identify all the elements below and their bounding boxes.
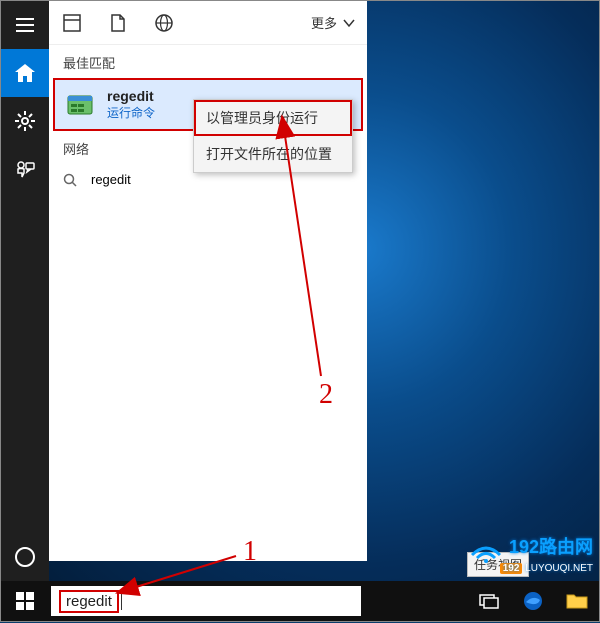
search-input-value: regedit — [59, 590, 119, 613]
more-label: 更多 — [311, 13, 337, 32]
search-icon — [63, 173, 81, 187]
wifi-icon — [466, 537, 506, 563]
hamburger-icon[interactable] — [1, 1, 49, 49]
watermark-badge: 192 — [500, 563, 523, 574]
annotation-1: 1 — [243, 536, 257, 568]
best-match-header: 最佳匹配 — [49, 45, 367, 78]
task-view-button[interactable] — [467, 581, 511, 621]
watermark: 192路由网 192 LUYOUQI.NET — [466, 537, 593, 575]
documents-filter-icon[interactable] — [107, 12, 129, 34]
feedback-icon[interactable] — [1, 145, 49, 193]
context-menu: 以管理员身份运行 打开文件所在的位置 — [193, 99, 353, 173]
watermark-brand: 192路由网 — [509, 537, 593, 557]
chevron-down-icon — [343, 18, 355, 28]
search-left-rail — [1, 1, 49, 561]
cortana-icon[interactable] — [1, 533, 49, 581]
more-filters-button[interactable]: 更多 — [311, 13, 355, 32]
gear-icon[interactable] — [1, 97, 49, 145]
taskbar-search-input[interactable]: regedit — [51, 586, 361, 616]
watermark-url: LUYOUQI.NET — [525, 563, 593, 574]
search-results-panel: 更多 最佳匹配 regedit 运行命令 网络 regedit — [49, 1, 367, 561]
annotation-2: 2 — [319, 379, 333, 411]
apps-filter-icon[interactable] — [61, 12, 83, 34]
start-button[interactable] — [1, 581, 49, 621]
regedit-app-icon — [65, 89, 97, 121]
ctx-run-as-admin[interactable]: 以管理员身份运行 — [194, 100, 352, 136]
file-explorer-button[interactable] — [555, 581, 599, 621]
result-title: regedit — [107, 88, 155, 104]
search-filter-bar: 更多 — [49, 1, 367, 45]
web-filter-icon[interactable] — [153, 12, 175, 34]
windows-logo-icon — [16, 592, 34, 610]
text-cursor — [121, 592, 122, 610]
taskbar: regedit — [1, 581, 599, 621]
result-subtitle: 运行命令 — [107, 104, 155, 121]
ctx-open-file-location[interactable]: 打开文件所在的位置 — [194, 136, 352, 172]
edge-browser-button[interactable] — [511, 581, 555, 621]
home-icon[interactable] — [1, 49, 49, 97]
web-result-label: regedit — [91, 172, 131, 187]
